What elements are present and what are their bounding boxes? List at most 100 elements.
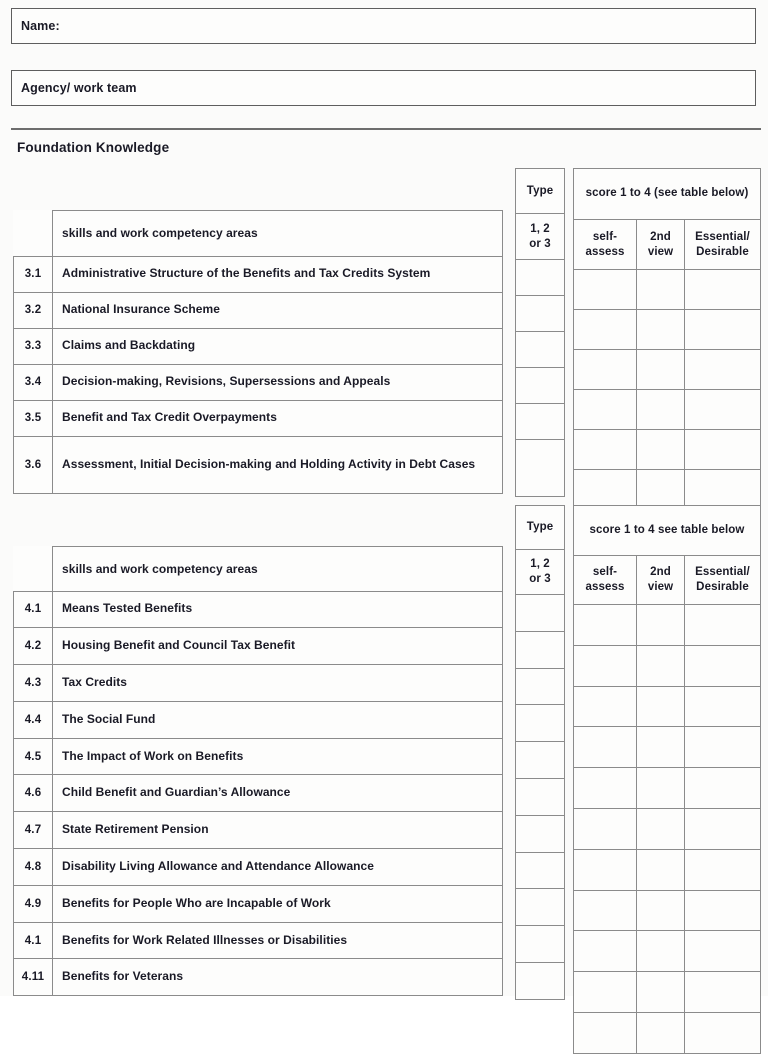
self-assess-entry-cell[interactable]: [573, 930, 637, 973]
essential-desirable-entry-cell[interactable]: [683, 767, 762, 809]
score-row: [573, 971, 762, 1013]
second-view-entry-cell[interactable]: [636, 930, 685, 973]
table-row: 4.1 Benefits for Work Related Illnesses o…: [13, 921, 503, 960]
self-assess-entry-cell[interactable]: [573, 1011, 637, 1054]
type-row: [515, 888, 565, 927]
essential-desirable-entry-cell[interactable]: [683, 269, 762, 310]
type-entry-cell[interactable]: [515, 814, 565, 853]
type-entry-cell[interactable]: [515, 888, 565, 927]
self-assess-entry-cell[interactable]: [573, 389, 637, 430]
type-entry-cell[interactable]: [515, 331, 565, 368]
row-skill-label: Assessment, Initial Decision-making and …: [52, 435, 503, 494]
second-view-entry-cell[interactable]: [636, 971, 685, 1013]
essential-desirable-entry-cell[interactable]: [683, 807, 762, 850]
score-row: [573, 389, 762, 430]
self-assess-entry-cell[interactable]: [573, 429, 637, 470]
second-view-entry-cell[interactable]: [636, 767, 685, 809]
type-row: [515, 741, 565, 779]
second-view-entry-cell[interactable]: [636, 807, 685, 850]
essential-desirable-entry-cell[interactable]: [683, 971, 762, 1013]
type-sub-row: 1, 2 or 3: [515, 213, 565, 260]
essential-desirable-entry-cell[interactable]: [683, 889, 762, 932]
essential-desirable-entry-cell[interactable]: [683, 848, 762, 891]
table-row: 3.2 National Insurance Scheme: [13, 291, 503, 329]
score-col-self-assess: self- assess: [573, 555, 637, 605]
row-skill-label: Tax Credits: [52, 664, 503, 702]
essential-desirable-entry-cell[interactable]: [683, 604, 762, 646]
essential-desirable-entry-cell[interactable]: [683, 685, 762, 728]
second-view-entry-cell[interactable]: [636, 269, 685, 310]
essential-desirable-entry-cell[interactable]: [683, 389, 762, 430]
second-view-entry-cell[interactable]: [636, 685, 685, 728]
row-number: 3.4: [13, 363, 53, 401]
second-view-entry-cell[interactable]: [636, 726, 685, 769]
second-view-line-1: 2nd: [650, 566, 671, 579]
essential-desirable-entry-cell[interactable]: [683, 1011, 762, 1054]
second-view-entry-cell[interactable]: [636, 1011, 685, 1054]
self-assess-entry-cell[interactable]: [573, 685, 637, 728]
row-skill-label: Benefit and Tax Credit Overpayments: [52, 399, 503, 437]
skills-header-corner: [14, 211, 53, 257]
second-view-entry-cell[interactable]: [636, 349, 685, 390]
type-entry-cell[interactable]: [515, 961, 565, 1000]
self-assess-entry-cell[interactable]: [573, 971, 637, 1013]
score-row: [573, 349, 762, 390]
second-view-entry-cell[interactable]: [636, 644, 685, 687]
row-skill-label: State Retirement Pension: [52, 811, 503, 850]
self-assess-entry-cell[interactable]: [573, 349, 637, 390]
self-assess-entry-cell[interactable]: [573, 889, 637, 932]
row-skill-label: Administrative Structure of the Benefits…: [52, 255, 503, 293]
table-row: 3.5 Benefit and Tax Credit Overpayments: [13, 399, 503, 437]
self-assess-entry-cell[interactable]: [573, 644, 637, 687]
second-view-entry-cell[interactable]: [636, 604, 685, 646]
type-entry-cell[interactable]: [515, 439, 565, 497]
self-assess-entry-cell[interactable]: [573, 807, 637, 850]
type-entry-cell[interactable]: [515, 777, 565, 816]
score-header-row: score 1 to 4 see table below: [572, 505, 762, 556]
second-view-entry-cell[interactable]: [636, 309, 685, 350]
type-row: [515, 630, 565, 669]
self-assess-entry-cell[interactable]: [573, 848, 637, 891]
row-number: 4.3: [13, 664, 53, 702]
type-entry-cell[interactable]: [515, 594, 565, 632]
type-entry-cell[interactable]: [515, 295, 565, 332]
essential-desirable-entry-cell[interactable]: [683, 726, 762, 769]
type-entry-cell[interactable]: [515, 630, 565, 669]
score-row: [573, 429, 762, 470]
self-assess-entry-cell[interactable]: [573, 309, 637, 350]
second-view-entry-cell[interactable]: [636, 848, 685, 891]
score-subheader-row: self- assess 2nd view Essential/ Desirab…: [573, 555, 762, 605]
type-entry-cell[interactable]: [515, 741, 565, 779]
score-row: [573, 309, 762, 350]
second-view-entry-cell[interactable]: [636, 389, 685, 430]
row-skill-label: Claims and Backdating: [52, 327, 503, 365]
name-field[interactable]: Name:: [11, 8, 756, 44]
self-assess-entry-cell[interactable]: [573, 726, 637, 769]
row-number: 3.6: [13, 435, 53, 494]
essential-desirable-entry-cell[interactable]: [683, 644, 762, 687]
self-assess-entry-cell[interactable]: [573, 269, 637, 310]
type-entry-cell[interactable]: [515, 667, 565, 706]
score-col-2nd-view: 2nd view: [636, 219, 685, 270]
row-number: 4.2: [13, 627, 53, 666]
type-entry-cell[interactable]: [515, 925, 565, 963]
second-view-entry-cell[interactable]: [636, 429, 685, 470]
table-row: 4.8 Disability Living Allowance and Atten…: [13, 848, 503, 886]
type-entry-cell[interactable]: [515, 367, 565, 404]
type-entry-cell[interactable]: [515, 704, 565, 743]
essential-desirable-entry-cell[interactable]: [683, 309, 762, 350]
self-assess-entry-cell[interactable]: [573, 604, 637, 646]
self-assess-entry-cell[interactable]: [573, 767, 637, 809]
type-entry-cell[interactable]: [515, 403, 565, 440]
type-entry-cell[interactable]: [515, 259, 565, 296]
type-entry-cell[interactable]: [515, 851, 565, 890]
essential-desirable-entry-cell[interactable]: [683, 930, 762, 973]
essential-desirable-entry-cell[interactable]: [683, 429, 762, 470]
agency-work-team-field[interactable]: Agency/ work team: [11, 70, 756, 106]
type-row: [515, 925, 565, 963]
type-header-cell: Type: [515, 505, 565, 550]
score-row: [573, 848, 762, 891]
essential-desirable-entry-cell[interactable]: [683, 349, 762, 390]
section-divider: [11, 128, 761, 130]
second-view-entry-cell[interactable]: [636, 889, 685, 932]
